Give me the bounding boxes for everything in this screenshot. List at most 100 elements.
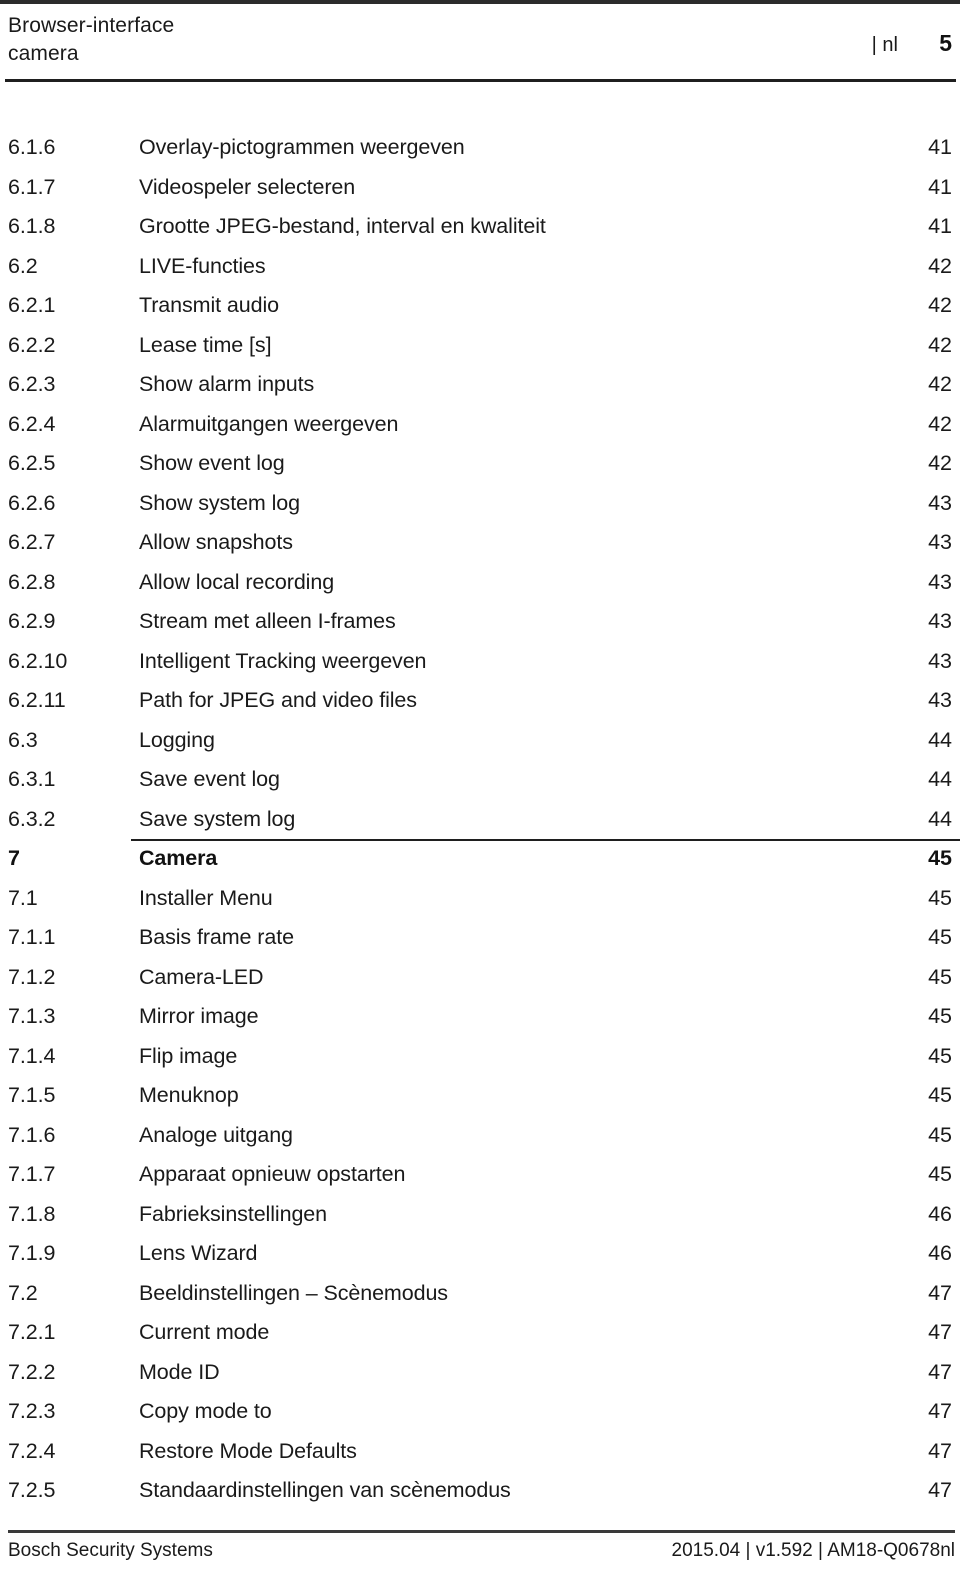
toc-entry-number: 6.2.4 — [8, 411, 56, 436]
toc-entry-page: 43 — [928, 609, 952, 633]
toc-entry[interactable]: 7.1.5 Menuknop 45 — [0, 1076, 960, 1116]
toc-entry[interactable]: 6.2.2 Lease time [s] 42 — [0, 326, 960, 366]
document-page: Browser-interface camera | nl 5 6.1.6 Ove… — [0, 0, 960, 1569]
toc-entry[interactable]: 7.2.4 Restore Mode Defaults 47 — [0, 1432, 960, 1472]
toc-entry-page: 42 — [928, 253, 952, 278]
toc-entry-number: 6.3.2 — [8, 806, 56, 831]
toc-entry[interactable]: 7.1.6 Analoge uitgang 45 — [0, 1116, 960, 1156]
toc-entry-title: Grootte JPEG-bestand, interval en kwalit… — [139, 214, 546, 238]
toc-entry-page: 44 — [928, 767, 952, 791]
toc-entry-page: 45 — [928, 1122, 952, 1147]
footer-divider — [8, 1530, 955, 1533]
toc-entry-page: 47 — [928, 1359, 952, 1384]
toc-entry-page: 47 — [928, 1320, 952, 1344]
toc-entry[interactable]: 6.2.11 Path for JPEG and video files 43 — [0, 681, 960, 721]
toc-entry-title: Lens Wizard — [139, 1241, 258, 1265]
toc-entry-number: 7.2 — [8, 1280, 38, 1305]
toc-entry-page: 47 — [928, 1399, 952, 1423]
toc-entry-title: Videospeler selecteren — [139, 174, 356, 199]
toc-entry[interactable]: 7.2 Beeldinstellingen – Scènemodus 47 — [0, 1274, 960, 1314]
toc-entry[interactable]: 6.3.1 Save event log 44 — [0, 760, 960, 800]
toc-entry[interactable]: 6.2.10 Intelligent Tracking weergeven 43 — [0, 642, 960, 682]
toc-entry-page: 47 — [928, 1478, 952, 1502]
toc-entry-number: 6.1.6 — [8, 135, 56, 159]
toc-entry-page: 42 — [928, 451, 952, 475]
toc-entry-number: 7.1.8 — [8, 1201, 56, 1226]
toc-entry-number: 7.1.6 — [8, 1122, 56, 1147]
toc-entry[interactable]: 6.2.3 Show alarm inputs 42 — [0, 365, 960, 405]
toc-entry-page: 41 — [928, 214, 952, 238]
toc-entry-number: 6.2.10 — [8, 648, 68, 673]
toc-entry[interactable]: 7.2.1 Current mode 47 — [0, 1313, 960, 1353]
toc-entry-title: Installer Menu — [139, 885, 273, 910]
toc-entry-number: 7 — [8, 846, 20, 870]
toc-entry-number: 7.1.5 — [8, 1083, 56, 1107]
toc-entry-number: 7.2.1 — [8, 1320, 56, 1344]
toc-entry-title: Copy mode to — [139, 1399, 272, 1423]
toc-entry-page: 45 — [928, 885, 952, 910]
toc-entry[interactable]: 7.1.2 Camera-LED 45 — [0, 958, 960, 998]
toc-entry-page: 45 — [928, 1162, 952, 1186]
toc-entry[interactable]: 6.2.1 Transmit audio 42 — [0, 286, 960, 326]
toc-entry[interactable]: 7.2.5 Standaardinstellingen van scènemodu… — [0, 1471, 960, 1511]
toc-entry-page: 43 — [928, 648, 952, 673]
document-title: Browser-interface camera — [8, 14, 175, 65]
toc-entry[interactable]: 7.1.9 Lens Wizard 46 — [0, 1234, 960, 1274]
toc-entry-title: Mirror image — [139, 1004, 259, 1028]
page-number: 5 — [939, 30, 952, 56]
toc-entry-title: Logging — [139, 727, 215, 752]
toc-entry[interactable]: 6.2.8 Allow local recording 43 — [0, 563, 960, 603]
page-footer: Bosch Security Systems 2015.04 | v1.592 … — [8, 1538, 955, 1564]
toc-entry-title: Allow snapshots — [139, 530, 293, 554]
toc-entry-title: Menuknop — [139, 1083, 239, 1107]
toc-entry-number: 7.1.3 — [8, 1004, 56, 1028]
toc-entry-number: 6.3 — [8, 727, 38, 752]
toc-entry-title: Overlay-pictogrammen weergeven — [139, 135, 465, 159]
toc-entry-number: 6.2.2 — [8, 332, 56, 357]
header-divider — [5, 79, 956, 82]
toc-entry[interactable]: 6.2.6 Show system log 43 — [0, 484, 960, 524]
toc-entry-title: Save event log — [139, 767, 280, 791]
toc-entry[interactable]: 7.1.8 Fabrieksinstellingen 46 — [0, 1195, 960, 1235]
toc-entry-number: 6.2.3 — [8, 372, 56, 396]
toc-entry-title: Path for JPEG and video files — [139, 688, 417, 712]
toc-entry[interactable]: 6.3 Logging 44 — [0, 721, 960, 761]
toc-entry[interactable]: 7.2.3 Copy mode to 47 — [0, 1392, 960, 1432]
toc-entry[interactable]: 7.1.3 Mirror image 45 — [0, 997, 960, 1037]
toc-entry-title: Standaardinstellingen van scènemodus — [139, 1478, 511, 1502]
table-of-contents: 6.1.6 Overlay-pictogrammen weergeven 41 6.1… — [0, 128, 960, 1511]
toc-entry-title: Show event log — [139, 451, 285, 475]
toc-entry[interactable]: 7.1 Installer Menu 45 — [0, 879, 960, 919]
toc-entry[interactable]: 6.1.8 Grootte JPEG-bestand, interval en k… — [0, 207, 960, 247]
toc-entry[interactable]: 6.3.2 Save system log 44 — [0, 800, 960, 840]
toc-entry-page: 47 — [928, 1438, 952, 1463]
toc-entry-page: 45 — [928, 925, 952, 949]
toc-entry[interactable]: 6.2.9 Stream met alleen I-frames 43 — [0, 602, 960, 642]
page-header: Browser-interface camera | nl 5 — [8, 10, 952, 72]
toc-entry-number: 6.2.1 — [8, 293, 56, 317]
toc-entry[interactable]: 6.2.4 Alarmuitgangen weergeven 42 — [0, 405, 960, 445]
toc-entry-page: 45 — [928, 964, 952, 989]
toc-entry[interactable]: 6.1.6 Overlay-pictogrammen weergeven 41 — [0, 128, 960, 168]
header-meta: | nl 5 — [872, 10, 952, 57]
toc-entry-title: Show system log — [139, 490, 301, 515]
toc-entry-title: Flip image — [139, 1043, 238, 1068]
toc-entry-page: 46 — [928, 1241, 952, 1265]
toc-entry-number: 6.2.9 — [8, 609, 56, 633]
toc-entry-title: Beeldinstellingen – Scènemodus — [139, 1280, 448, 1305]
toc-entry[interactable]: 6.2.7 Allow snapshots 43 — [0, 523, 960, 563]
toc-entry[interactable]: 7.2.2 Mode ID 47 — [0, 1353, 960, 1393]
toc-entry-page: 41 — [928, 174, 952, 199]
toc-entry-page: 43 — [928, 530, 952, 554]
toc-entry-number: 7.1.4 — [8, 1043, 56, 1068]
toc-entry[interactable]: 7 Camera 45 — [0, 839, 960, 879]
toc-entry[interactable]: 6.2.5 Show event log 42 — [0, 444, 960, 484]
toc-entry-title: Intelligent Tracking weergeven — [139, 648, 427, 673]
toc-entry[interactable]: 7.1.1 Basis frame rate 45 — [0, 918, 960, 958]
toc-entry[interactable]: 7.1.4 Flip image 45 — [0, 1037, 960, 1077]
toc-entry-page: 42 — [928, 332, 952, 357]
toc-entry[interactable]: 6.1.7 Videospeler selecteren 41 — [0, 168, 960, 208]
toc-entry[interactable]: 6.2 LIVE-functies 42 — [0, 247, 960, 287]
toc-entry[interactable]: 7.1.7 Apparaat opnieuw opstarten 45 — [0, 1155, 960, 1195]
toc-entry-title: Current mode — [139, 1320, 270, 1344]
